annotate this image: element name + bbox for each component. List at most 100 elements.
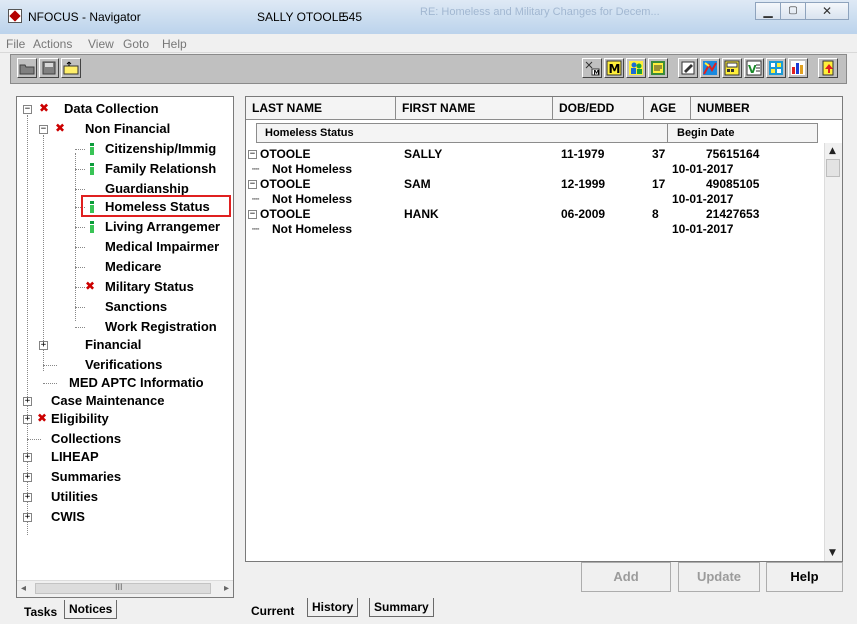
column-age[interactable]: AGE — [644, 97, 691, 119]
maximize-button[interactable]: ▢ — [780, 2, 806, 20]
notes-button[interactable] — [648, 58, 668, 78]
grid-button[interactable] — [766, 58, 786, 78]
expand-icon[interactable]: + — [23, 397, 32, 406]
tree-horizontal-scrollbar[interactable]: ◂ III ▸ — [17, 580, 233, 597]
toolbar: M M V — [10, 54, 847, 84]
tab-current[interactable]: Current — [247, 602, 298, 621]
collapse-icon[interactable]: − — [23, 105, 32, 114]
menu-file[interactable]: File — [6, 37, 25, 51]
expand-icon[interactable]: + — [23, 493, 32, 502]
menu-actions[interactable]: Actions — [33, 37, 72, 51]
open-button[interactable] — [17, 58, 37, 78]
tree-item-utilities[interactable]: + Utilities — [17, 487, 233, 507]
grid-vertical-scrollbar[interactable]: ▲ ▼ — [824, 143, 842, 561]
tree-item-citizenship[interactable]: Citizenship/Immig — [17, 139, 233, 159]
collapse-icon[interactable]: − — [248, 150, 257, 159]
tab-summary[interactable]: Summary — [369, 598, 434, 617]
tree-item-med-aptc[interactable]: MED APTC Informatio — [17, 373, 233, 393]
help-button[interactable]: Help — [766, 562, 843, 592]
tab-history[interactable]: History — [307, 598, 359, 617]
tree-item-financial[interactable]: + Financial — [17, 335, 233, 355]
case-tool-button[interactable]: M — [582, 58, 602, 78]
expand-icon[interactable]: + — [23, 415, 32, 424]
table-row[interactable]: − OTOOLE SAM 12-1999 17 49085105 ┈ Not H… — [246, 177, 826, 209]
scroll-thumb[interactable] — [826, 159, 840, 177]
tree-item-medical-impairment[interactable]: Medical Impairmer — [17, 237, 233, 257]
tree-item-summaries[interactable]: + Summaries — [17, 467, 233, 487]
tree-connector — [75, 149, 85, 150]
people-button[interactable] — [626, 58, 646, 78]
menu-view[interactable]: View — [88, 37, 114, 51]
tree-item-label: Utilities — [51, 489, 98, 504]
menu-goto[interactable]: Goto — [123, 37, 149, 51]
exit-button[interactable] — [818, 58, 838, 78]
edit-button[interactable] — [678, 58, 698, 78]
scroll-left-icon[interactable]: ◂ — [21, 583, 26, 594]
column-first-name[interactable]: FIRST NAME — [396, 97, 553, 119]
expand-icon[interactable]: + — [23, 473, 32, 482]
column-begin-date[interactable]: Begin Date — [671, 124, 734, 142]
scroll-up-icon[interactable]: ▲ — [829, 146, 836, 156]
edit-icon — [681, 61, 695, 75]
error-x-icon: ✖ — [85, 279, 96, 293]
expand-icon[interactable]: + — [23, 513, 32, 522]
map-button[interactable] — [700, 58, 720, 78]
cell-last-name: OTOOLE — [260, 147, 311, 161]
tree-item-family-relationships[interactable]: Family Relationsh — [17, 159, 233, 179]
calculator-button[interactable] — [722, 58, 742, 78]
tree-item-data-collection[interactable]: − ✖ Data Collection — [17, 99, 233, 119]
tree-item-non-financial[interactable]: − ✖ Non Financial — [17, 119, 233, 139]
cell-age: 17 — [652, 177, 666, 191]
add-button[interactable]: Add — [581, 562, 671, 592]
tree-item-military-status[interactable]: ✖ Military Status — [17, 277, 233, 297]
cell-begin-date: 10-01-2017 — [672, 192, 734, 206]
collapse-icon[interactable]: − — [248, 210, 257, 219]
close-button[interactable]: ✕ — [805, 2, 849, 20]
expand-icon[interactable]: + — [39, 341, 48, 350]
v-button[interactable]: V — [744, 58, 764, 78]
column-number[interactable]: NUMBER — [691, 97, 842, 119]
m-button[interactable]: M — [604, 58, 624, 78]
tree-item-eligibility[interactable]: + ✖ Eligibility — [17, 409, 233, 429]
tab-notices[interactable]: Notices — [64, 600, 118, 619]
column-dob[interactable]: DOB/EDD — [553, 97, 644, 119]
scroll-thumb[interactable] — [35, 583, 211, 594]
tree-item-sanctions[interactable]: Sanctions — [17, 297, 233, 317]
tree-item-living-arrangements[interactable]: Living Arrangemer — [17, 217, 233, 237]
tree-item-collections[interactable]: Collections — [17, 429, 233, 449]
tree-item-cwis[interactable]: + CWIS — [17, 507, 233, 527]
case-tool-icon: M — [585, 61, 600, 76]
complete-info-icon — [89, 143, 95, 155]
cell-age: 37 — [652, 147, 666, 161]
minimize-icon: ▁ — [763, 4, 773, 18]
tree-item-liheap[interactable]: + LIHEAP — [17, 447, 233, 467]
tree-item-work-registration[interactable]: Work Registration — [17, 317, 233, 337]
collapse-icon[interactable]: − — [39, 125, 48, 134]
menu-help[interactable]: Help — [162, 37, 187, 51]
scroll-thumb-grip: III — [115, 582, 123, 592]
collapse-icon[interactable]: − — [248, 180, 257, 189]
cell-begin-date: 10-01-2017 — [672, 222, 734, 236]
scroll-right-icon[interactable]: ▸ — [224, 583, 229, 594]
minimize-button[interactable]: ▁ — [755, 2, 781, 20]
update-button[interactable]: Update — [678, 562, 760, 592]
table-row[interactable]: − OTOOLE HANK 06-2009 8 21427653 ┈ Not H… — [246, 207, 826, 239]
scroll-down-icon[interactable]: ▼ — [829, 548, 836, 558]
tree-item-medicare[interactable]: Medicare — [17, 257, 233, 277]
household-grid[interactable]: LAST NAME FIRST NAME DOB/EDD AGE NUMBER … — [245, 96, 843, 562]
column-homeless-status[interactable]: Homeless Status — [259, 124, 354, 142]
bar-chart-button[interactable] — [788, 58, 808, 78]
column-last-name[interactable]: LAST NAME — [246, 97, 396, 119]
navigator-tree[interactable]: − ✖ Data Collection − ✖ Non Financial Ci… — [16, 96, 234, 598]
save-button[interactable] — [39, 58, 59, 78]
svg-text:V: V — [748, 63, 757, 76]
new-folder-button[interactable] — [61, 58, 81, 78]
table-row[interactable]: − OTOOLE SALLY 11-1979 37 75615164 ┈ Not… — [246, 147, 826, 179]
tree-item-case-maintenance[interactable]: + Case Maintenance — [17, 391, 233, 411]
tab-tasks[interactable]: Tasks — [20, 603, 61, 622]
cell-last-name: OTOOLE — [260, 177, 311, 191]
tree-item-verifications[interactable]: Verifications — [17, 355, 233, 375]
cell-dob: 12-1999 — [561, 177, 606, 191]
grid-sub-header: Homeless Status Begin Date — [256, 123, 818, 143]
expand-icon[interactable]: + — [23, 453, 32, 462]
